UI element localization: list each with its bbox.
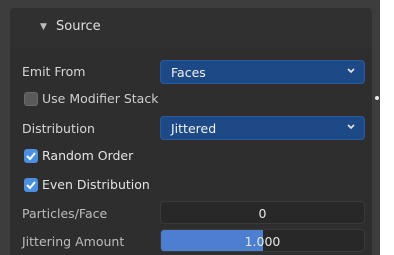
panel-title: Source [56,19,101,34]
particles-face-field[interactable]: 0 [160,201,365,224]
particles-face-label: Particles/Face [22,206,108,221]
distribution-value: Jittered [171,121,217,136]
particles-face-value: 0 [258,206,267,221]
use-modifier-stack-label[interactable]: Use Modifier Stack [42,91,158,106]
chevron-down-icon [347,124,355,130]
emit-from-label: Emit From [22,64,86,79]
emit-from-dropdown[interactable]: Faces [160,60,365,84]
particle-source-panel: ▼ Source Emit From Faces Use Modifier St… [0,0,380,255]
jittering-amount-slider[interactable]: 1.000 [160,229,365,252]
checkmark-icon [26,181,36,190]
use-modifier-stack-checkbox[interactable] [24,92,38,106]
jittering-amount-label: Jittering Amount [22,234,125,249]
random-order-checkbox[interactable] [24,149,38,163]
chevron-down-icon [347,68,355,74]
random-order-label[interactable]: Random Order [42,148,133,163]
jittering-amount-value: 1.000 [244,234,281,249]
even-distribution-checkbox[interactable] [24,178,38,192]
even-distribution-label[interactable]: Even Distribution [42,177,150,192]
emit-from-value: Faces [171,65,206,80]
checkmark-icon [26,152,36,161]
decorator-dot[interactable] [375,96,379,100]
collapse-arrow-icon[interactable]: ▼ [40,22,47,32]
distribution-label: Distribution [22,121,95,136]
distribution-dropdown[interactable]: Jittered [160,116,365,140]
panel-header-source[interactable]: ▼ Source [10,8,372,48]
